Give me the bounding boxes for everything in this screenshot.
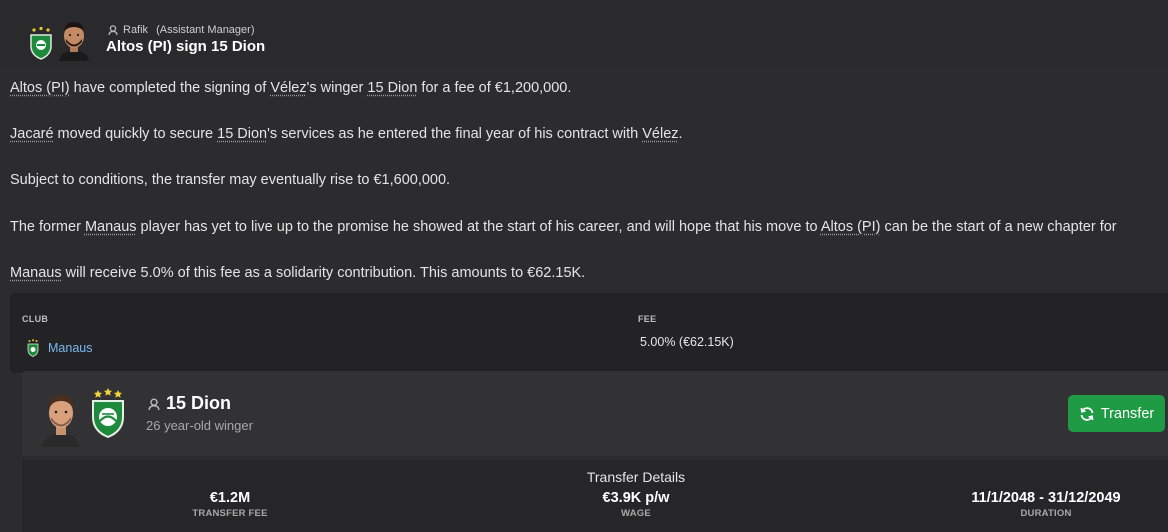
club-link-velez[interactable]: Vélez bbox=[270, 80, 306, 96]
club-link-altos[interactable]: Altos (PI) bbox=[10, 80, 70, 96]
solidarity-fee-value: 5.00% (€62.15K) bbox=[640, 335, 734, 349]
text-span: The former bbox=[10, 219, 85, 235]
news-item-screen: Rafik (Assistant Manager) Altos (PI) sig… bbox=[0, 0, 1168, 532]
club-link-altos[interactable]: Altos (PI) bbox=[821, 219, 881, 235]
paragraph-signing: Altos (PI) have completed the signing of… bbox=[10, 79, 1168, 97]
club-crest-icon bbox=[28, 26, 54, 60]
transfer-fee-label: TRANSFER FEE bbox=[170, 507, 290, 520]
sender-role: (Assistant Manager) bbox=[156, 24, 254, 36]
transfer-fee-value: €1.2M bbox=[170, 489, 290, 507]
text-span: for a fee of €1,200,000. bbox=[417, 80, 571, 96]
sender-line: Rafik (Assistant Manager) bbox=[108, 23, 255, 37]
transfer-details-title: Transfer Details bbox=[22, 469, 1168, 485]
news-header: Rafik (Assistant Manager) Altos (PI) sig… bbox=[0, 0, 1168, 66]
club-crest-icon bbox=[26, 339, 40, 357]
text-span: will receive 5.0% of this fee as a solid… bbox=[62, 265, 586, 281]
player-link-dion[interactable]: 15 Dion bbox=[367, 80, 417, 96]
player-card: 15 Dion 26 year-old winger Transfer bbox=[22, 371, 1168, 456]
manager-link-jacare[interactable]: Jacaré bbox=[10, 126, 54, 142]
club-crest-icon[interactable] bbox=[89, 388, 127, 438]
player-name[interactable]: 15 Dion bbox=[166, 393, 231, 414]
text-span: . bbox=[679, 126, 683, 142]
wage-label: WAGE bbox=[576, 507, 696, 520]
text-span: player has yet to live up to the promise… bbox=[137, 219, 821, 235]
solidarity-club-row[interactable]: Manaus bbox=[26, 339, 92, 357]
news-title: Altos (PI) sign 15 Dion bbox=[106, 38, 265, 55]
player-description: 26 year-old winger bbox=[146, 418, 253, 433]
wage-stat: €3.9K p/w WAGE bbox=[576, 489, 696, 520]
club-link-manaus[interactable]: Manaus bbox=[85, 219, 137, 235]
wage-value: €3.9K p/w bbox=[576, 489, 696, 507]
cycle-arrows-icon bbox=[1079, 406, 1095, 422]
transfer-details-panel: Transfer Details €1.2M TRANSFER FEE €3.9… bbox=[22, 460, 1168, 532]
club-link-manaus[interactable]: Manaus bbox=[10, 265, 62, 281]
duration-stat: 11/1/2048 - 31/12/2049 DURATION bbox=[941, 489, 1151, 520]
text-span: 's services as he entered the final year… bbox=[267, 126, 642, 142]
player-link-dion[interactable]: 15 Dion bbox=[217, 126, 267, 142]
assistant-manager-avatar[interactable] bbox=[55, 17, 93, 61]
paragraph-contract: Jacaré moved quickly to secure 15 Dion's… bbox=[10, 125, 1168, 143]
sender-name[interactable]: Rafik bbox=[123, 24, 148, 36]
player-name-row: 15 Dion bbox=[148, 393, 231, 414]
paragraph-conditions: Subject to conditions, the transfer may … bbox=[10, 171, 1168, 189]
club-link-velez[interactable]: Vélez bbox=[642, 126, 678, 142]
duration-value: 11/1/2048 - 31/12/2049 bbox=[941, 489, 1151, 507]
text-span: moved quickly to secure bbox=[54, 126, 218, 142]
solidarity-panel: CLUB FEE Manaus 5.00% (€62.15K) bbox=[10, 293, 1168, 373]
person-icon bbox=[108, 25, 118, 35]
person-icon bbox=[148, 398, 160, 410]
text-span: have completed the signing of bbox=[70, 80, 271, 96]
text-span: Subject to conditions, the transfer may … bbox=[10, 172, 450, 188]
transfer-fee-stat: €1.2M TRANSFER FEE bbox=[170, 489, 290, 520]
transfer-button-label: Transfer bbox=[1101, 406, 1154, 422]
player-avatar[interactable] bbox=[39, 387, 83, 447]
duration-label: DURATION bbox=[941, 507, 1151, 520]
transfer-button[interactable]: Transfer bbox=[1068, 395, 1165, 432]
text-span: 's winger bbox=[307, 80, 368, 96]
solidarity-club-link[interactable]: Manaus bbox=[48, 341, 92, 355]
paragraph-career: The former Manaus player has yet to live… bbox=[10, 218, 1168, 236]
paragraph-solidarity: Manaus will receive 5.0% of this fee as … bbox=[10, 264, 1168, 282]
news-body: Altos (PI) have completed the signing of… bbox=[10, 79, 1168, 310]
club-column-label: CLUB bbox=[22, 314, 48, 324]
fee-column-label: FEE bbox=[638, 314, 656, 324]
text-span: can be the start of a new chapter for bbox=[880, 219, 1116, 235]
